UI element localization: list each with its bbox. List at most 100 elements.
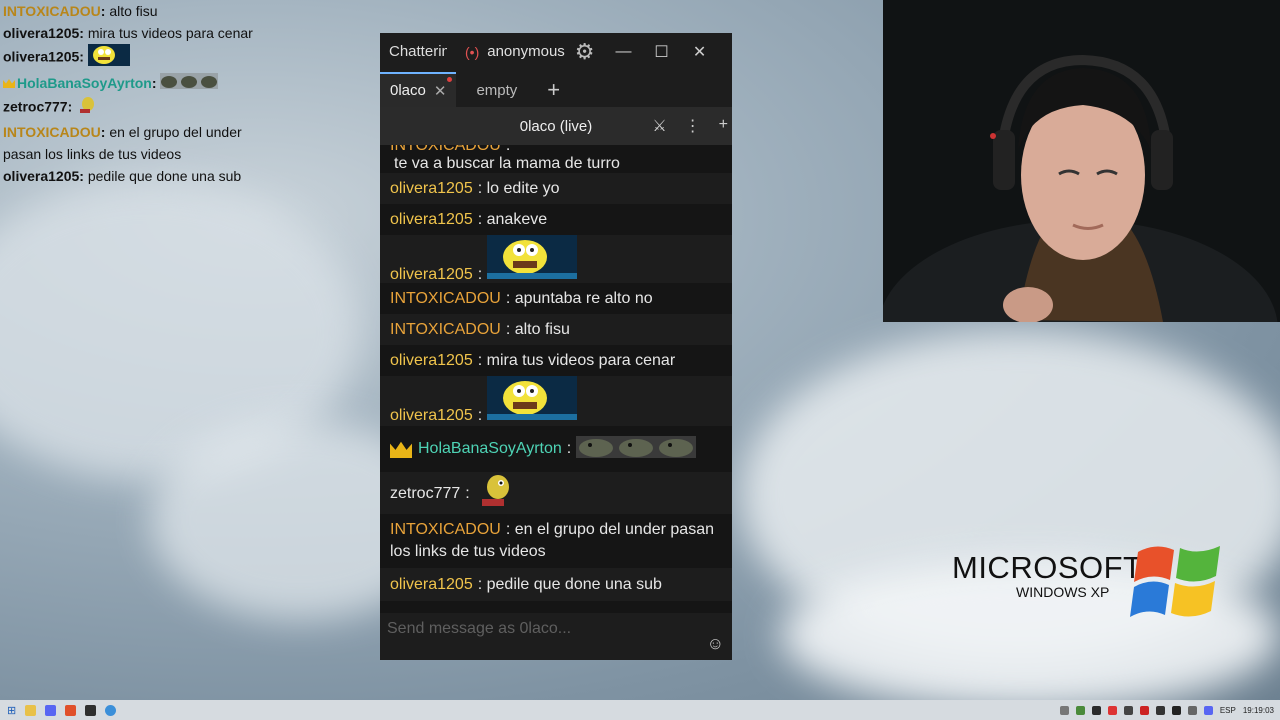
gear-icon[interactable]: ⚙ bbox=[575, 39, 595, 65]
close-icon[interactable]: ✕ bbox=[434, 82, 447, 100]
chat-message: INTOXICADOU: alto fisu bbox=[380, 314, 732, 345]
message-text: te va a buscar la mama de turro bbox=[394, 155, 620, 172]
tray-icon[interactable] bbox=[1123, 705, 1133, 715]
system-tray: ESP 19:19:03 bbox=[1059, 700, 1274, 720]
message-text: mira tus videos para cenar bbox=[486, 351, 676, 369]
tray-icon[interactable] bbox=[1059, 705, 1069, 715]
minimize-button[interactable]: — bbox=[605, 43, 643, 61]
username[interactable]: olivera1205 bbox=[390, 211, 473, 229]
tab-label: 0laco bbox=[390, 82, 426, 99]
tray-icon[interactable] bbox=[1155, 705, 1165, 715]
overlay-chat-line: olivera1205: bbox=[0, 44, 380, 72]
windows-flag-icon bbox=[1130, 546, 1220, 617]
username[interactable]: HolaBanaSoyAyrton bbox=[418, 440, 562, 458]
overlay-username: olivera1205 bbox=[3, 25, 80, 41]
message-text: alto fisu bbox=[514, 320, 570, 338]
app-title: Chatterino bbox=[389, 43, 447, 60]
maximize-button[interactable]: ☐ bbox=[643, 42, 681, 62]
username[interactable]: INTOXICADOU bbox=[390, 521, 501, 538]
overlay-username: INTOXICADOU bbox=[3, 124, 101, 141]
tab-0laco[interactable]: 0laco ✕ bbox=[380, 72, 457, 107]
frogs-emote bbox=[160, 73, 219, 95]
overlay-chat-line: INTOXICADOU: alto fisu bbox=[3, 3, 158, 19]
overlay-chat-line: HolaBanaSoyAyrton: bbox=[0, 72, 380, 95]
username[interactable]: zetroc777 bbox=[390, 485, 460, 503]
overlay-username: olivera1205 bbox=[3, 48, 80, 65]
notification-dot bbox=[447, 77, 453, 82]
message-text: apuntaba re alto no bbox=[514, 289, 653, 307]
overlay-chat: INTOXICADOU: alto fisu olivera1205: mira… bbox=[0, 0, 380, 187]
chat-message: olivera1205: pedile que done una sub bbox=[380, 568, 732, 601]
split-header: 0laco (live) ⚔ ⋮ + bbox=[380, 107, 732, 145]
live-indicator-icon[interactable]: (•) bbox=[465, 44, 479, 60]
windows-xp-logo: MICROSOFT WINDOWS XP bbox=[952, 540, 1232, 630]
chat-message: olivera1205: bbox=[380, 235, 732, 283]
tab-label: empty bbox=[476, 82, 518, 99]
overlay-username: INTOXICADOU bbox=[3, 3, 101, 19]
file-explorer-icon[interactable] bbox=[25, 704, 37, 716]
tray-icon[interactable] bbox=[1075, 705, 1085, 715]
account-switcher[interactable]: anonymous bbox=[487, 43, 565, 60]
username[interactable]: INTOXICADOU bbox=[390, 321, 501, 339]
username[interactable]: olivera1205 bbox=[390, 407, 473, 425]
overlay-message: mira tus videos para cenar bbox=[87, 25, 253, 41]
fish-emote bbox=[76, 95, 96, 121]
username[interactable]: olivera1205 bbox=[390, 576, 473, 594]
message-input-area: ☺ bbox=[380, 613, 732, 660]
product-text: WINDOWS XP bbox=[1016, 584, 1110, 600]
refresh-app-icon[interactable] bbox=[105, 704, 117, 716]
chat-message: olivera1205: lo edite yo bbox=[380, 173, 732, 204]
spongebob-emote bbox=[87, 44, 130, 72]
emoji-icon[interactable]: ☺ bbox=[707, 634, 724, 654]
add-tab-button[interactable]: + bbox=[537, 77, 570, 107]
message-text: lo edite yo bbox=[486, 179, 560, 197]
overlay-message: pedile que done una sub bbox=[87, 168, 242, 185]
message-text: anakeve bbox=[486, 210, 548, 228]
close-button[interactable]: ✕ bbox=[681, 42, 719, 62]
tray-icon[interactable] bbox=[1171, 705, 1181, 715]
crown-icon bbox=[390, 441, 412, 458]
moderation-sword-icon[interactable]: ⚔ bbox=[652, 116, 666, 136]
more-options-icon[interactable]: ⋮ bbox=[685, 116, 701, 136]
overlay-message: alto fisu bbox=[109, 3, 158, 19]
add-split-icon[interactable]: + bbox=[719, 116, 728, 136]
username[interactable]: INTOXICADOU bbox=[390, 145, 501, 155]
overlay-chat-line: zetroc777: bbox=[0, 95, 380, 121]
tray-icon[interactable] bbox=[1091, 705, 1101, 715]
tray-icon[interactable] bbox=[1107, 705, 1117, 715]
chat-message: olivera1205: bbox=[380, 376, 732, 426]
chat-message: INTOXICADOU: en el grupo del under pasan… bbox=[390, 521, 714, 560]
language-indicator[interactable]: ESP bbox=[1220, 706, 1236, 715]
username[interactable]: INTOXICADOU bbox=[390, 290, 501, 308]
overlay-chat-line: olivera1205: mira tus videos para cenar bbox=[3, 25, 253, 41]
username[interactable]: olivera1205 bbox=[390, 352, 473, 370]
message-text: pedile que done una sub bbox=[486, 575, 662, 593]
chat-message: HolaBanaSoyAyrton: bbox=[380, 426, 732, 472]
tray-icon[interactable] bbox=[1187, 705, 1197, 715]
webcam-feed bbox=[883, 0, 1280, 322]
overlay-username: zetroc777 bbox=[3, 99, 68, 115]
overlay-username: olivera1205 bbox=[3, 168, 80, 185]
start-windows-icon[interactable]: ⊞ bbox=[7, 704, 16, 717]
discord-icon[interactable] bbox=[45, 704, 57, 716]
app-icon[interactable] bbox=[85, 704, 97, 716]
message-list[interactable]: INTOXICADOU: te va a buscar la mama de t… bbox=[380, 145, 732, 613]
overlay-username: HolaBanaSoyAyrton bbox=[17, 75, 152, 91]
brand-text: MICROSOFT bbox=[952, 550, 1143, 585]
tray-icon[interactable] bbox=[1139, 705, 1149, 715]
brave-browser-icon[interactable] bbox=[65, 704, 77, 716]
spongebob-emote bbox=[486, 376, 577, 425]
username[interactable]: olivera1205 bbox=[390, 180, 473, 198]
taskbar: ⊞ ESP 19:19:03 bbox=[0, 700, 1280, 720]
tab-empty[interactable]: empty bbox=[456, 74, 537, 107]
fish-emote bbox=[474, 472, 514, 515]
overlay-chat-line: olivera1205: pedile que done una sub bbox=[3, 168, 242, 185]
title-bar: Chatterino (•) anonymous ⚙ — ☐ ✕ bbox=[380, 33, 732, 70]
clock[interactable]: 19:19:03 bbox=[1243, 706, 1274, 715]
spongebob-emote bbox=[486, 235, 577, 284]
chat-message: zetroc777: bbox=[380, 472, 732, 514]
tray-icon[interactable] bbox=[1203, 705, 1213, 715]
message-input[interactable] bbox=[385, 619, 689, 639]
username[interactable]: olivera1205 bbox=[390, 266, 473, 284]
frogs-emote bbox=[575, 435, 696, 463]
